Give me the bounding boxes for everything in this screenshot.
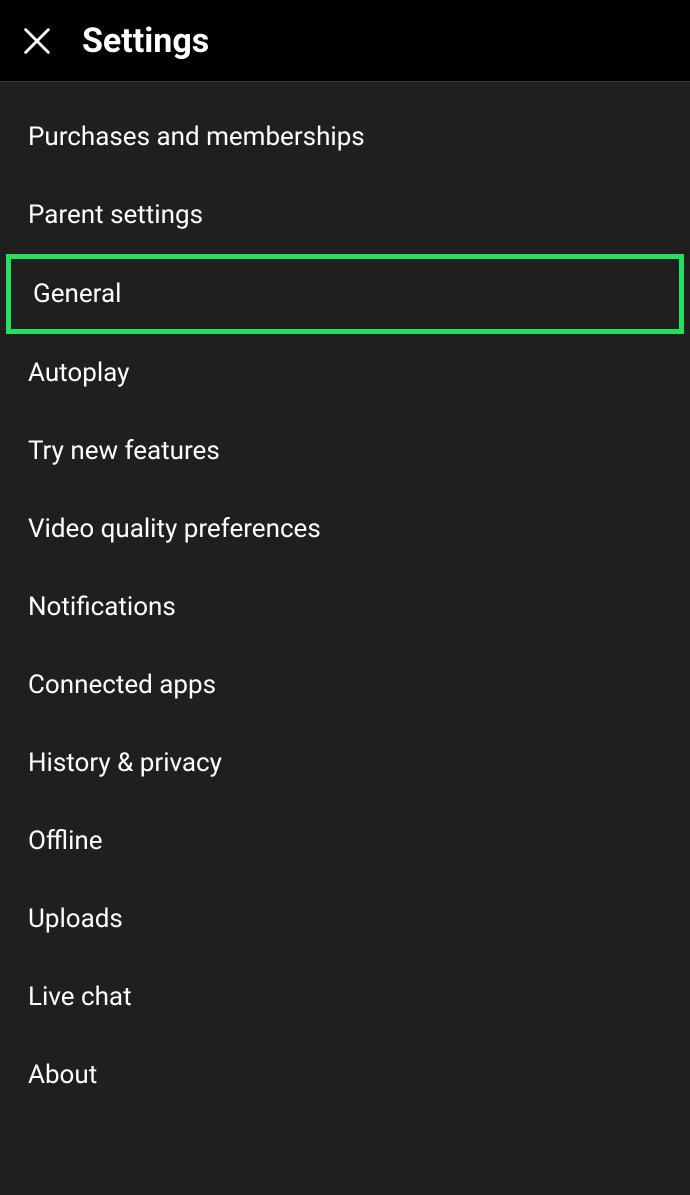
settings-item-label: Video quality preferences (28, 514, 321, 544)
settings-item-label: Notifications (28, 592, 176, 622)
settings-item-label: Parent settings (28, 200, 203, 230)
settings-item-label: About (28, 1060, 97, 1090)
settings-item-label: Connected apps (28, 670, 216, 700)
settings-item-label: History & privacy (28, 748, 222, 778)
settings-item-uploads[interactable]: Uploads (0, 880, 690, 958)
settings-item-label: General (33, 279, 121, 309)
settings-item-connected-apps[interactable]: Connected apps (0, 646, 690, 724)
settings-item-label: Offline (28, 826, 103, 856)
settings-item-autoplay[interactable]: Autoplay (0, 334, 690, 412)
settings-item-offline[interactable]: Offline (0, 802, 690, 880)
settings-item-label: Uploads (28, 904, 123, 934)
settings-item-purchases[interactable]: Purchases and memberships (0, 98, 690, 176)
settings-list: Purchases and memberships Parent setting… (0, 82, 690, 1114)
settings-item-label: Live chat (28, 982, 132, 1012)
settings-item-try-new[interactable]: Try new features (0, 412, 690, 490)
settings-item-about[interactable]: About (0, 1036, 690, 1114)
settings-item-label: Try new features (28, 436, 220, 466)
settings-item-live-chat[interactable]: Live chat (0, 958, 690, 1036)
settings-item-history-privacy[interactable]: History & privacy (0, 724, 690, 802)
settings-item-label: Autoplay (28, 358, 129, 388)
settings-item-notifications[interactable]: Notifications (0, 568, 690, 646)
settings-item-label: Purchases and memberships (28, 122, 365, 152)
settings-item-video-quality[interactable]: Video quality preferences (0, 490, 690, 568)
settings-item-parent[interactable]: Parent settings (0, 176, 690, 254)
close-icon[interactable] (16, 20, 58, 62)
header: Settings (0, 0, 690, 82)
settings-item-general[interactable]: General (6, 254, 684, 334)
page-title: Settings (82, 21, 209, 61)
